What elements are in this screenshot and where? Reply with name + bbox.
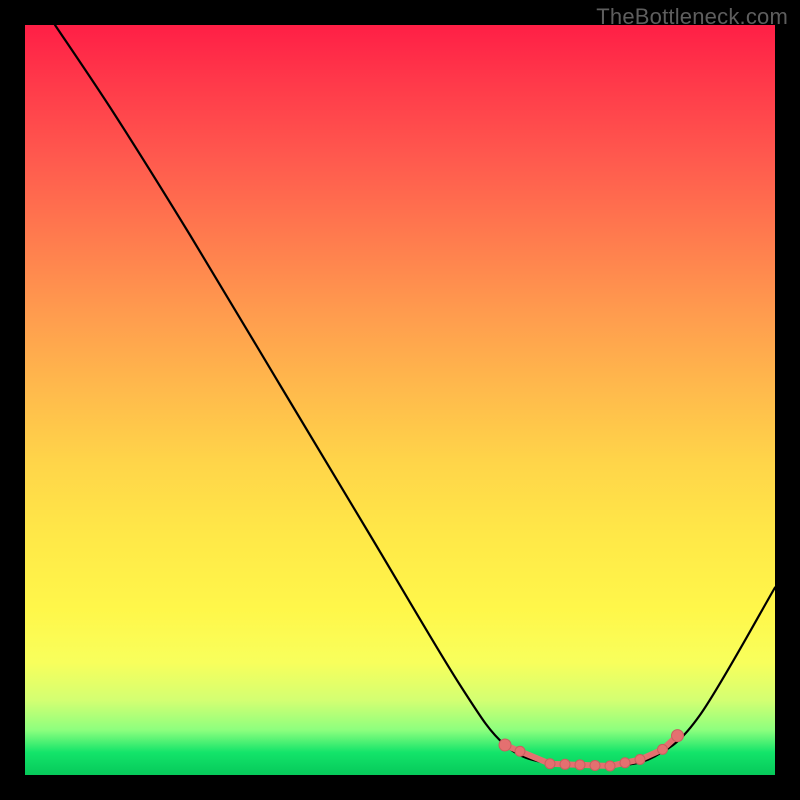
- optimum-dot: [545, 759, 555, 769]
- optimum-dot: [560, 759, 570, 769]
- chart-overlay: [25, 25, 775, 775]
- optimum-dot: [605, 761, 615, 771]
- attribution-text: TheBottleneck.com: [596, 4, 788, 30]
- optimum-dash: [525, 753, 546, 762]
- optimum-dot: [635, 755, 645, 765]
- optimum-dot: [658, 744, 668, 754]
- optimum-dot: [590, 760, 600, 770]
- optimum-dot: [620, 758, 630, 768]
- optimum-dot: [672, 730, 684, 742]
- optimum-dash: [630, 761, 635, 762]
- optimum-dot: [575, 760, 585, 770]
- optimum-dot: [499, 739, 511, 751]
- optimum-dash: [615, 764, 620, 765]
- optimum-dot: [515, 746, 525, 756]
- optimum-highlight: [499, 730, 684, 771]
- bottleneck-curve: [55, 25, 775, 767]
- chart-container: [25, 25, 775, 775]
